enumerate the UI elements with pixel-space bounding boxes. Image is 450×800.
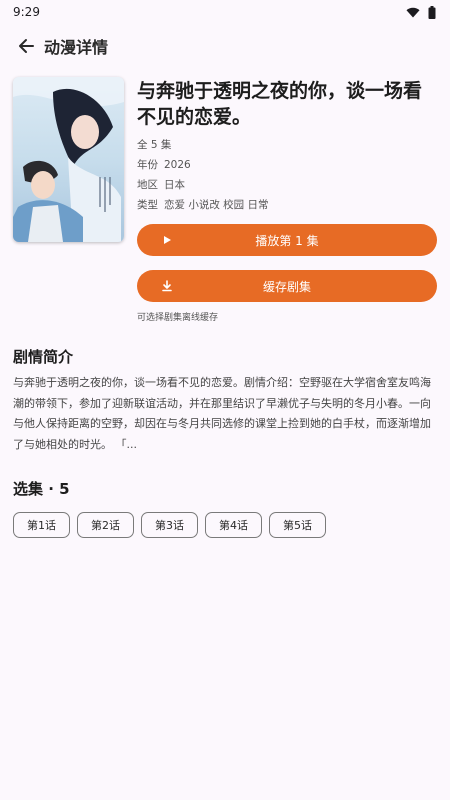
episode-count: 全 5 集 (137, 139, 172, 151)
year-value: 2026 (164, 159, 191, 171)
battery-icon (428, 5, 436, 19)
region-row: 地区 日本 (137, 177, 185, 192)
episode-chip[interactable]: 第3话 (141, 512, 198, 538)
year-row: 年份 2026 (137, 157, 191, 172)
status-icons (406, 5, 436, 19)
region-value: 日本 (164, 179, 185, 191)
wifi-icon (406, 7, 420, 17)
download-button-label: 缓存剧集 (262, 279, 311, 294)
episode-chip[interactable]: 第1话 (13, 512, 70, 538)
arrow-back-icon (19, 39, 34, 53)
app-bar: 动漫详情 (0, 28, 450, 64)
back-button[interactable] (14, 34, 38, 58)
cover-image (13, 77, 124, 242)
play-icon (159, 232, 175, 248)
genre-value: 恋爱 小说改 校园 日常 (164, 199, 269, 211)
episode-list: 第1话 第2话 第3话 第4话 第5话 (13, 512, 326, 538)
synopsis-text: 与奔驰于透明之夜的你，谈一场看不见的恋爱。剧情介绍：空野驱在大学宿舍室友鸣海潮的… (13, 376, 431, 451)
page-title: 动漫详情 (44, 38, 109, 57)
genre-row: 类型 恋爱 小说改 校园 日常 (137, 197, 269, 212)
play-button[interactable]: 播放第 1 集 (137, 224, 437, 256)
anime-title: 与奔驰于透明之夜的你，谈一场看不见的恋爱。 (137, 80, 423, 128)
synopsis-heading: 剧情简介 (13, 348, 74, 366)
genre-label: 类型 (137, 199, 158, 211)
region-label: 地区 (137, 179, 158, 191)
status-time: 9:29 (13, 5, 40, 19)
download-icon (159, 278, 175, 294)
episodes-heading: 选集 · 5 (13, 480, 70, 498)
episode-chip[interactable]: 第5话 (269, 512, 326, 538)
download-button[interactable]: 缓存剧集 (137, 270, 437, 302)
episode-chip[interactable]: 第4话 (205, 512, 262, 538)
play-button-label: 播放第 1 集 (255, 233, 319, 248)
episode-chip[interactable]: 第2话 (77, 512, 134, 538)
year-label: 年份 (137, 159, 158, 171)
download-hint: 可选择剧集离线缓存 (137, 313, 219, 323)
status-bar: 9:29 (0, 0, 450, 24)
